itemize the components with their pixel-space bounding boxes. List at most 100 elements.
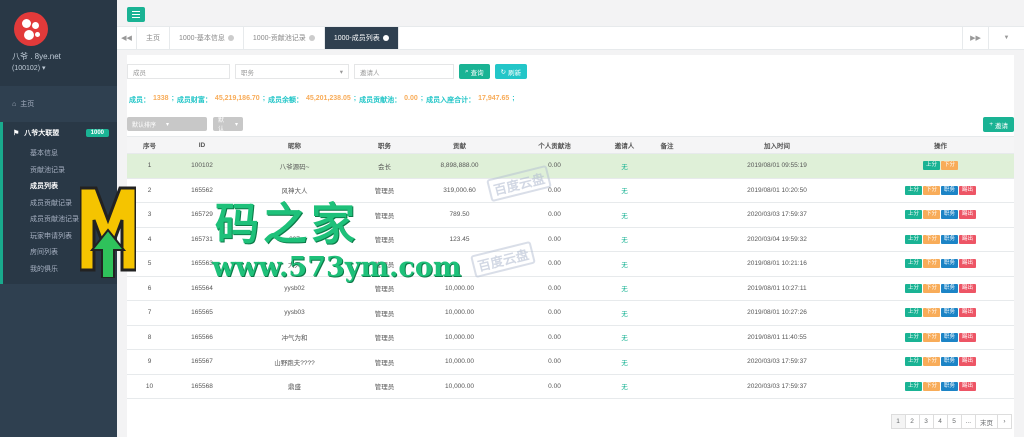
down-score-button[interactable]: 下分 — [941, 161, 959, 171]
table-row[interactable]: 10 165568 鼎盛 管理员 10,000.00 0.00 无 2020/03/03 17… — [127, 374, 1014, 399]
table-row[interactable]: 1 100102 八爷源码~ 会长 8,898,888.00 0.00 无 2019/08/0… — [127, 153, 1014, 179]
user-id[interactable]: (100102) ▾ — [12, 64, 117, 72]
cell-time: 2019/08/01 10:27:26 — [687, 300, 867, 326]
input-placeholder: 成员 — [133, 69, 146, 77]
kick-button[interactable]: 踢出 — [959, 283, 977, 293]
next-page-button[interactable]: › — [997, 414, 1012, 429]
set-role-button[interactable]: 职务 — [941, 308, 959, 318]
down-score-button[interactable]: 下分 — [922, 259, 940, 269]
tab-scroll-right-icon[interactable]: ▶▶ — [962, 27, 988, 49]
down-score-button[interactable]: 下分 — [922, 210, 940, 220]
tab-member-list[interactable]: 1000-成员列表 — [324, 27, 399, 49]
cell-ref: 无 — [602, 227, 647, 252]
cell-ref: 无 — [602, 251, 647, 277]
kick-button[interactable]: 踢出 — [959, 210, 977, 220]
cell-nick: yysb03 — [232, 300, 357, 326]
cell-pool: 0.00 — [507, 202, 602, 228]
cell-ops: 上分 下分 职务 踢出 — [867, 374, 1014, 399]
default-select[interactable]: 默认 ▾ — [213, 117, 243, 133]
inviter-input[interactable]: 邀请人 — [354, 64, 454, 79]
menu-toggle-button[interactable] — [127, 7, 145, 22]
table-row[interactable]: 8 165566 冲气为和 管理员 10,000.00 0.00 无 2019/08/01 1… — [127, 325, 1014, 350]
page-ellipsis: ... — [960, 414, 976, 429]
cell-idx: 10 — [127, 374, 172, 399]
up-score-button[interactable]: 上分 — [904, 259, 922, 269]
kick-button[interactable]: 踢出 — [959, 185, 977, 195]
up-score-button[interactable]: 上分 — [904, 332, 922, 342]
column-header[interactable]: 贡献 — [412, 136, 507, 154]
close-icon[interactable] — [227, 35, 234, 41]
close-icon[interactable] — [382, 35, 389, 41]
sidebar-item-basic-info[interactable]: 基本信息 — [3, 146, 117, 163]
down-score-button[interactable]: 下分 — [922, 234, 940, 244]
kick-button[interactable]: 踢出 — [959, 332, 977, 342]
sort-select[interactable]: 默认排序 ▾ — [127, 117, 207, 131]
kick-button[interactable]: 踢出 — [959, 381, 977, 391]
cell-ops: 上分 下分 职务 踢出 — [867, 178, 1014, 203]
column-header[interactable]: 个人贡献池 — [507, 136, 602, 154]
last-page-button[interactable]: 末页 — [975, 414, 998, 429]
column-header[interactable]: 序号 — [127, 136, 172, 154]
tab-contrib-pool-log[interactable]: 1000-贡献池记录 — [244, 27, 325, 49]
column-header[interactable]: 邀请人 — [602, 136, 647, 154]
set-role-button[interactable]: 职务 — [941, 381, 959, 391]
page-5-button[interactable]: 5 — [946, 414, 962, 429]
cell-ops: 上分 下分 职务 踢出 — [867, 300, 1014, 326]
search-button[interactable]: ⌕ 查询 — [459, 64, 490, 79]
sidebar-item-contrib-pool-log[interactable]: 贡献池记录 — [3, 163, 117, 180]
set-role-button[interactable]: 职务 — [941, 185, 959, 195]
set-role-button[interactable]: 职务 — [941, 357, 959, 367]
cell-ops: 上分 下分 — [867, 153, 1014, 179]
up-score-button[interactable]: 上分 — [904, 210, 922, 220]
column-header[interactable]: 昵称 — [232, 136, 357, 154]
sidebar-group-header[interactable]: ⚑ 八爷大联盟 1000 — [3, 122, 117, 144]
tab-home[interactable]: 主页 — [137, 27, 170, 49]
page-3-button[interactable]: 3 — [918, 414, 934, 429]
kick-button[interactable]: 踢出 — [959, 234, 977, 244]
column-header[interactable]: 备注 — [647, 136, 687, 154]
down-score-button[interactable]: 下分 — [922, 185, 940, 195]
down-score-button[interactable]: 下分 — [922, 332, 940, 342]
table-row[interactable]: 7 165565 yysb03 管理员 10,000.00 0.00 无 2019/08/01… — [127, 300, 1014, 326]
cell-note — [647, 251, 687, 277]
refresh-button[interactable]: ↻ 刷新 — [494, 64, 528, 79]
member-search-input[interactable]: 成员 — [127, 64, 230, 79]
tab-scroll-left-icon[interactable]: ◀◀ — [117, 27, 137, 49]
button-label: 邀请 — [995, 122, 1008, 130]
column-header[interactable]: ID — [172, 136, 232, 154]
up-score-button[interactable]: 上分 — [904, 381, 922, 391]
page-2-button[interactable]: 2 — [904, 414, 920, 429]
set-role-button[interactable]: 职务 — [941, 234, 959, 244]
down-score-button[interactable]: 下分 — [922, 357, 940, 367]
up-score-button[interactable]: 上分 — [904, 308, 922, 318]
set-role-button[interactable]: 职务 — [941, 332, 959, 342]
table-row[interactable]: 9 165567 山野跑夫???? 管理员 10,000.00 0.00 无 2020/03/… — [127, 349, 1014, 375]
column-header[interactable]: 职务 — [357, 136, 412, 154]
down-score-button[interactable]: 下分 — [922, 308, 940, 318]
page-4-button[interactable]: 4 — [932, 414, 948, 429]
tab-basic-info[interactable]: 1000-基本信息 — [170, 27, 244, 49]
cell-pool: 0.00 — [507, 325, 602, 350]
down-score-button[interactable]: 下分 — [922, 381, 940, 391]
role-select[interactable]: 职务 ▾ — [235, 64, 349, 79]
kick-button[interactable]: 踢出 — [959, 308, 977, 318]
down-score-button[interactable]: 下分 — [922, 283, 940, 293]
set-role-button[interactable]: 职务 — [941, 210, 959, 220]
invite-button[interactable]: + 邀请 — [983, 117, 1014, 132]
page-1-button[interactable]: 1 — [890, 414, 906, 429]
table-toolbar: 默认排序 ▾ 默认 ▾ + 邀请 — [127, 117, 1014, 133]
up-score-button[interactable]: 上分 — [904, 234, 922, 244]
sidebar-item-home[interactable]: ⌂ 主页 — [0, 94, 117, 116]
column-header[interactable]: 加入时间 — [687, 136, 867, 154]
up-score-button[interactable]: 上分 — [904, 357, 922, 367]
set-role-button[interactable]: 职务 — [941, 283, 959, 293]
up-score-button[interactable]: 上分 — [904, 185, 922, 195]
kick-button[interactable]: 踢出 — [959, 259, 977, 269]
close-icon[interactable] — [308, 35, 315, 41]
up-score-button[interactable]: 上分 — [922, 161, 940, 171]
kick-button[interactable]: 踢出 — [959, 357, 977, 367]
watermark-title: 码之家 — [215, 199, 359, 250]
set-role-button[interactable]: 职务 — [941, 259, 959, 269]
tab-options-dropdown[interactable]: ▼ — [988, 27, 1024, 49]
up-score-button[interactable]: 上分 — [904, 283, 922, 293]
